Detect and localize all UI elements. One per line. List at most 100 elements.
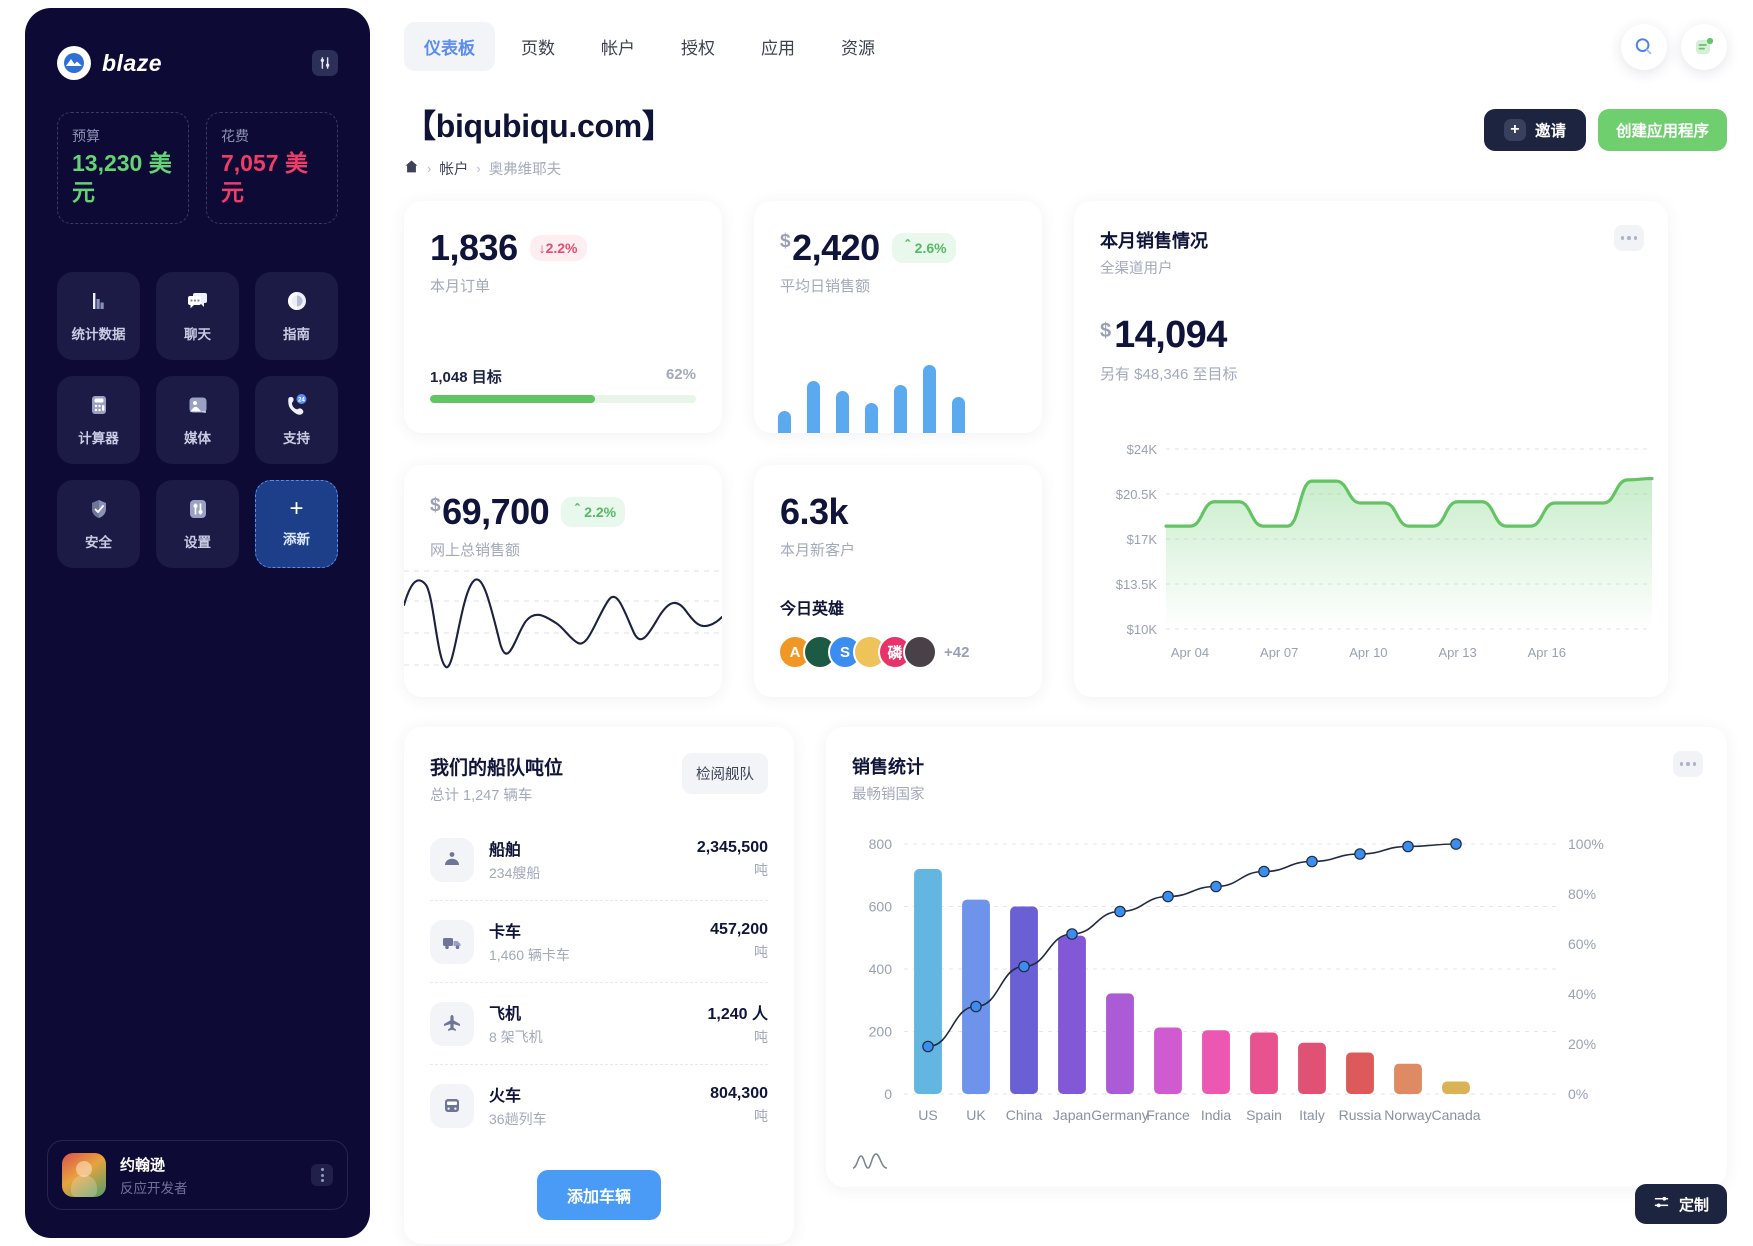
- data-point[interactable]: [1354, 848, 1366, 860]
- mini-bar-chart: [778, 357, 1024, 433]
- sidebar-item-stats[interactable]: 统计数据: [57, 271, 140, 360]
- data-point[interactable]: [1450, 838, 1462, 850]
- sidebar-item-add-new[interactable]: + 添新: [255, 479, 338, 568]
- sidebar-item-settings[interactable]: 设置: [156, 479, 239, 568]
- bar-chart-icon: [86, 288, 112, 314]
- data-point[interactable]: [970, 1000, 982, 1013]
- mini-bar: [952, 397, 965, 433]
- kpi-total-top: $69,700 ＾2.2%: [430, 491, 696, 533]
- kpi-card-new-customers: 6.3k 本月新客户 今日英雄 A S 磷 +42: [754, 465, 1042, 697]
- sidebar-item-support[interactable]: 24 支持: [255, 375, 338, 464]
- review-fleet-button[interactable]: 检阅舰队: [682, 753, 768, 794]
- dots-vertical-icon[interactable]: [311, 1164, 333, 1186]
- sales-amount: 14,094: [1114, 314, 1227, 356]
- bar[interactable]: [1250, 1032, 1278, 1094]
- invite-button[interactable]: + 邀请: [1483, 109, 1586, 151]
- y2-axis-tick-label: 60%: [1568, 936, 1596, 952]
- blaze-logo-icon: [57, 46, 91, 80]
- fleet-item-name: 飞机: [489, 1006, 522, 1023]
- sidebar-item-label: 设置: [184, 535, 211, 550]
- bar[interactable]: [1298, 1042, 1326, 1094]
- create-app-button[interactable]: 创建应用程序: [1597, 109, 1727, 151]
- kpi-orders-goal-row: 1,048 目标 62%: [430, 366, 696, 387]
- data-point[interactable]: [922, 1040, 934, 1053]
- sidebar: blaze 预算 13,230 美元 花费 7,057 美元 统计数据 聊天 指…: [25, 8, 370, 1238]
- y-axis-tick-label: $20.5K: [1116, 487, 1158, 502]
- spend-card: 花费 7,057 美元: [206, 112, 338, 224]
- fleet-item-meta: 36趟列车: [489, 1111, 547, 1127]
- mini-bar: [836, 391, 849, 433]
- customize-button[interactable]: 定制: [1634, 1184, 1727, 1224]
- data-point[interactable]: [1018, 960, 1030, 973]
- wave-icon[interactable]: [852, 1150, 888, 1177]
- kpi-card-total-online: $69,700 ＾2.2% 网上总销售额: [404, 465, 722, 697]
- bar[interactable]: [1010, 906, 1038, 1095]
- bar[interactable]: [914, 869, 942, 1094]
- data-point[interactable]: [1258, 865, 1270, 878]
- fleet-row-ship[interactable]: 船舶 234艘船 2,345,500 吨: [430, 819, 768, 901]
- top-tabs: 仪表板 页数 帐户 授权 应用 资源: [404, 22, 895, 71]
- page-header: 【biqubiqu.com】 › 帐户 › 奥弗维耶夫 + 邀请 创建应用程序: [404, 101, 1727, 179]
- data-point[interactable]: [1402, 840, 1414, 853]
- tab-apps[interactable]: 应用: [741, 22, 815, 71]
- search-icon[interactable]: [1621, 23, 1667, 70]
- data-point[interactable]: [1162, 890, 1174, 903]
- kpi-total-value-wrap: $69,700: [430, 491, 550, 533]
- delta-arrow-up-icon: ＾: [570, 504, 585, 520]
- fleet-row-value: 2,345,500 吨: [697, 839, 768, 880]
- sidebar-item-label: 安全: [85, 535, 112, 550]
- bar[interactable]: [1442, 1081, 1470, 1095]
- add-vehicle-button[interactable]: 添加车辆: [536, 1170, 661, 1220]
- hero-avatar[interactable]: [903, 635, 937, 669]
- bar[interactable]: [1346, 1052, 1374, 1094]
- bar[interactable]: [1154, 1027, 1182, 1094]
- home-icon[interactable]: [404, 159, 419, 178]
- x-axis-tick-label: Apr 07: [1260, 645, 1298, 660]
- sparkline-chart: [404, 570, 722, 669]
- tab-authorization[interactable]: 授权: [661, 22, 735, 71]
- tab-resources[interactable]: 资源: [821, 22, 895, 71]
- tab-dashboard[interactable]: 仪表板: [404, 22, 495, 71]
- sidebar-item-calculator[interactable]: 计算器: [57, 375, 140, 464]
- fleet-row-train[interactable]: 火车 36趟列车 804,300 吨: [430, 1065, 768, 1146]
- tab-pages[interactable]: 页数: [501, 22, 575, 71]
- shield-icon: [86, 496, 112, 522]
- page-title: 【biqubiqu.com】: [404, 108, 674, 144]
- brand[interactable]: blaze: [57, 46, 162, 80]
- fleet-item-value: 2,345,500: [696, 839, 768, 856]
- dots-horizontal-icon[interactable]: [1614, 225, 1644, 251]
- data-point[interactable]: [1306, 855, 1318, 868]
- fleet-row-truck[interactable]: 卡车 1,460 辆卡车 457,200 吨: [430, 901, 768, 983]
- note-badge-icon[interactable]: [1681, 23, 1727, 70]
- fleet-header: 我们的船队吨位 总计 1,247 辆车 检阅舰队: [430, 753, 768, 805]
- kpi-orders-top: 1,836 ↓2.2%: [430, 227, 696, 269]
- breadcrumb-item-account[interactable]: 帐户: [439, 158, 468, 179]
- y-axis-tick-label: 600: [869, 899, 893, 915]
- kpi-total-delta: ＾2.2%: [561, 497, 626, 527]
- sidebar-item-security[interactable]: 安全: [57, 479, 140, 568]
- data-point[interactable]: [1066, 928, 1078, 940]
- chat-bubble-icon: [185, 288, 211, 314]
- currency-symbol: $: [430, 495, 441, 516]
- data-point[interactable]: [1114, 905, 1126, 918]
- sidebar-user-card[interactable]: 约翰逊 反应开发者: [47, 1140, 348, 1210]
- x-axis-tick-label: US: [918, 1107, 937, 1123]
- breadcrumb-item-current: 奥弗维耶夫: [488, 162, 562, 178]
- goal-progress-fill: [430, 395, 595, 403]
- bar[interactable]: [1202, 1030, 1230, 1094]
- fleet-item-value: 804,300: [710, 1085, 768, 1102]
- tab-accounts[interactable]: 帐户: [581, 22, 655, 71]
- sidebar-item-media[interactable]: 媒体: [156, 375, 239, 464]
- data-point[interactable]: [1210, 880, 1222, 893]
- sidebar-item-chat[interactable]: 聊天: [156, 271, 239, 360]
- bar[interactable]: [1058, 935, 1086, 1094]
- bar[interactable]: [1394, 1063, 1422, 1094]
- bar[interactable]: [1106, 993, 1134, 1094]
- fleet-row-plane[interactable]: 飞机 8 架飞机 1,240 人 吨: [430, 983, 768, 1065]
- heroes-avatar-stack[interactable]: A S 磷 +42: [778, 635, 969, 669]
- dots-horizontal-icon[interactable]: [1673, 751, 1703, 777]
- currency-symbol: $: [780, 231, 791, 252]
- sidebar-item-guide[interactable]: 指南: [255, 271, 338, 360]
- bar[interactable]: [962, 899, 990, 1094]
- sliders-icon[interactable]: [312, 50, 338, 76]
